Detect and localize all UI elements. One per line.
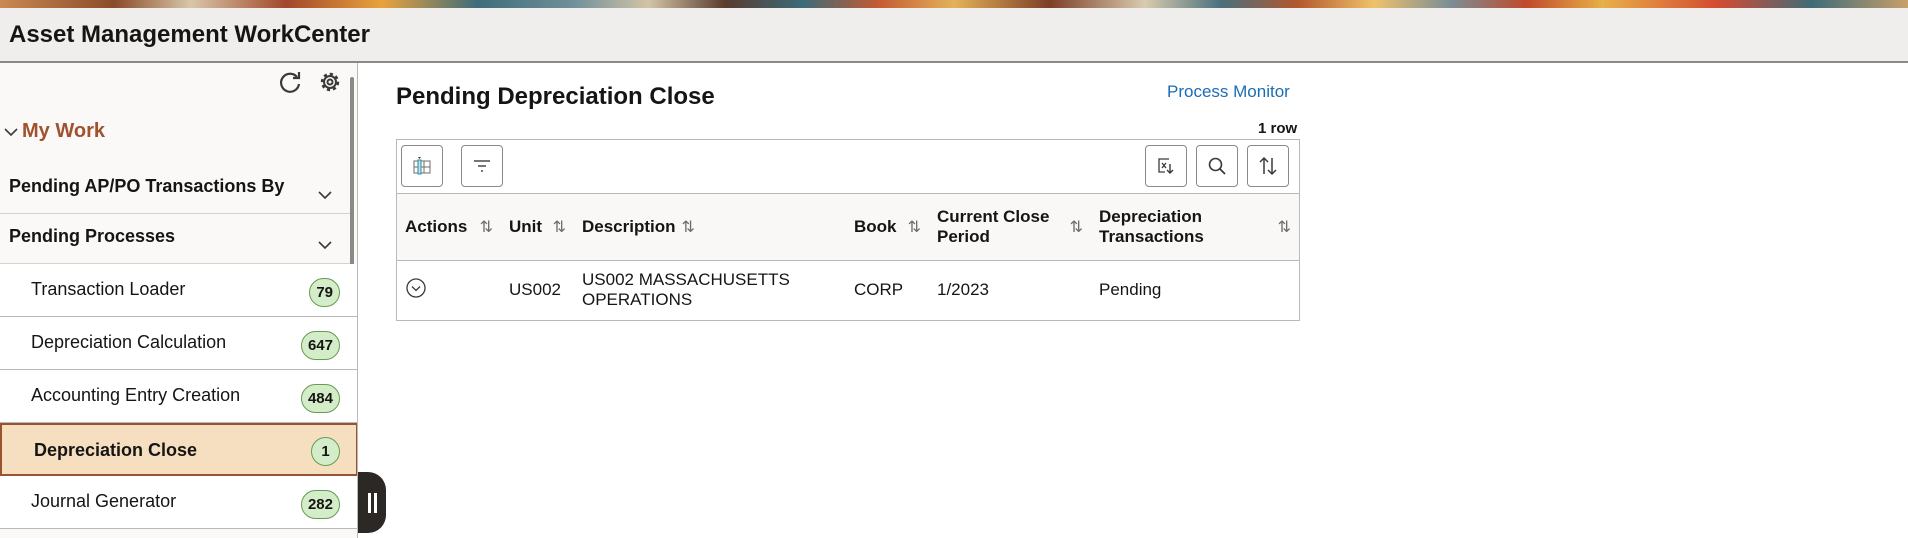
personalize-columns-button[interactable] xyxy=(401,145,443,187)
count-badge: 484 xyxy=(300,384,340,413)
column-chooser-icon xyxy=(413,157,431,175)
filter-icon xyxy=(474,160,490,172)
actions-cell xyxy=(397,260,501,320)
sort-icon[interactable]: ⇅ xyxy=(480,217,493,237)
filter-button[interactable] xyxy=(461,145,503,187)
book-cell: CORP xyxy=(854,280,904,300)
results-grid: Actions ⇅ Unit ⇅ Description ⇅ Book ⇅ Curren… xyxy=(396,139,1300,321)
sidebar: My Work Pending AP/PO Transactions By Pe… xyxy=(0,63,358,538)
count-badge: 1 xyxy=(311,437,340,466)
sidebar-item-depreciation-calculation[interactable]: Depreciation Calculation 647 xyxy=(0,317,357,370)
count-badge: 282 xyxy=(300,490,340,519)
sidebar-item-journal-generator[interactable]: Journal Generator 282 xyxy=(0,476,357,529)
export-excel-button[interactable] xyxy=(1145,145,1187,187)
my-work-title: My Work xyxy=(22,120,105,142)
sort-button[interactable] xyxy=(1247,145,1289,187)
app-header: Asset Management WorkCenter xyxy=(0,8,1908,63)
column-header-actions[interactable]: Actions ⇅ xyxy=(397,194,501,261)
sidebar-item-accounting-entry-creation[interactable]: Accounting Entry Creation 484 xyxy=(0,370,357,423)
column-header-unit[interactable]: Unit ⇅ xyxy=(501,194,574,261)
my-work-section[interactable]: My Work xyxy=(4,120,105,143)
group-pending-processes[interactable]: Pending Processes xyxy=(0,214,350,264)
column-header-depreciation-transactions[interactable]: Depreciation Transactions ⇅ xyxy=(1091,194,1299,261)
search-icon xyxy=(1208,157,1226,175)
sidebar-item-transaction-loader[interactable]: Transaction Loader 79 xyxy=(0,264,357,317)
count-badge: 79 xyxy=(309,278,340,307)
column-header-book[interactable]: Book ⇅ xyxy=(846,194,929,261)
group-pending-ap-po[interactable]: Pending AP/PO Transactions By xyxy=(0,164,350,214)
table-row: US002 US002 MASSACHUSETTS OPERATIONS COR… xyxy=(397,260,1299,320)
unit-cell: US002 xyxy=(509,280,561,300)
chevron-down-icon xyxy=(318,191,332,200)
find-button[interactable] xyxy=(1196,145,1238,187)
actions-chevron-circle-icon[interactable] xyxy=(405,277,427,299)
sort-icon xyxy=(1259,156,1277,176)
item-label: Accounting Entry Creation xyxy=(31,385,241,405)
sort-icon[interactable]: ⇅ xyxy=(1278,217,1291,237)
page-title: Pending Depreciation Close xyxy=(396,83,715,110)
sidebar-collapse-handle[interactable] xyxy=(358,472,386,533)
group-label: Pending Processes xyxy=(9,226,176,246)
results-table: Actions ⇅ Unit ⇅ Description ⇅ Book ⇅ Curren… xyxy=(397,194,1299,320)
gear-icon[interactable] xyxy=(317,69,343,100)
status-cell: Pending xyxy=(1099,280,1162,300)
process-monitor-link[interactable]: Process Monitor xyxy=(1167,82,1290,102)
description-cell: US002 MASSACHUSETTS OPERATIONS xyxy=(582,270,790,310)
column-label: Unit xyxy=(509,216,543,236)
period-cell: 1/2023 xyxy=(937,280,989,300)
item-label: Depreciation Close xyxy=(34,440,198,460)
item-label: Depreciation Calculation xyxy=(31,332,227,352)
count-badge: 647 xyxy=(300,331,340,360)
group-label: Pending AP/PO Transactions By xyxy=(9,176,285,196)
refresh-icon[interactable] xyxy=(277,69,303,100)
column-label: Book xyxy=(854,216,897,236)
column-label: Depreciation Transactions xyxy=(1099,206,1204,246)
column-label: Current Close Period xyxy=(937,206,1050,246)
sort-icon[interactable]: ⇅ xyxy=(553,217,566,237)
excel-download-icon xyxy=(1158,158,1174,174)
column-header-description[interactable]: Description ⇅ xyxy=(574,194,846,261)
sort-icon[interactable]: ⇅ xyxy=(682,217,695,237)
grid-toolbar xyxy=(397,140,1299,194)
header-banner xyxy=(0,0,1908,8)
sidebar-item-depreciation-close[interactable]: Depreciation Close 1 xyxy=(0,423,357,476)
chevron-down-icon xyxy=(4,127,18,136)
column-header-current-close-period[interactable]: Current Close Period ⇅ xyxy=(929,194,1091,261)
item-label: Journal Generator xyxy=(31,491,177,511)
app-title: Asset Management WorkCenter xyxy=(9,21,370,48)
column-label: Actions xyxy=(405,216,468,236)
column-label: Description xyxy=(582,216,676,236)
table-header-row: Actions ⇅ Unit ⇅ Description ⇅ Book ⇅ Curren… xyxy=(397,194,1299,261)
sort-icon[interactable]: ⇅ xyxy=(908,217,921,237)
chevron-down-icon xyxy=(318,241,332,250)
sort-icon[interactable]: ⇅ xyxy=(1070,217,1083,237)
row-count: 1 row xyxy=(1258,120,1298,137)
item-label: Transaction Loader xyxy=(31,279,186,299)
